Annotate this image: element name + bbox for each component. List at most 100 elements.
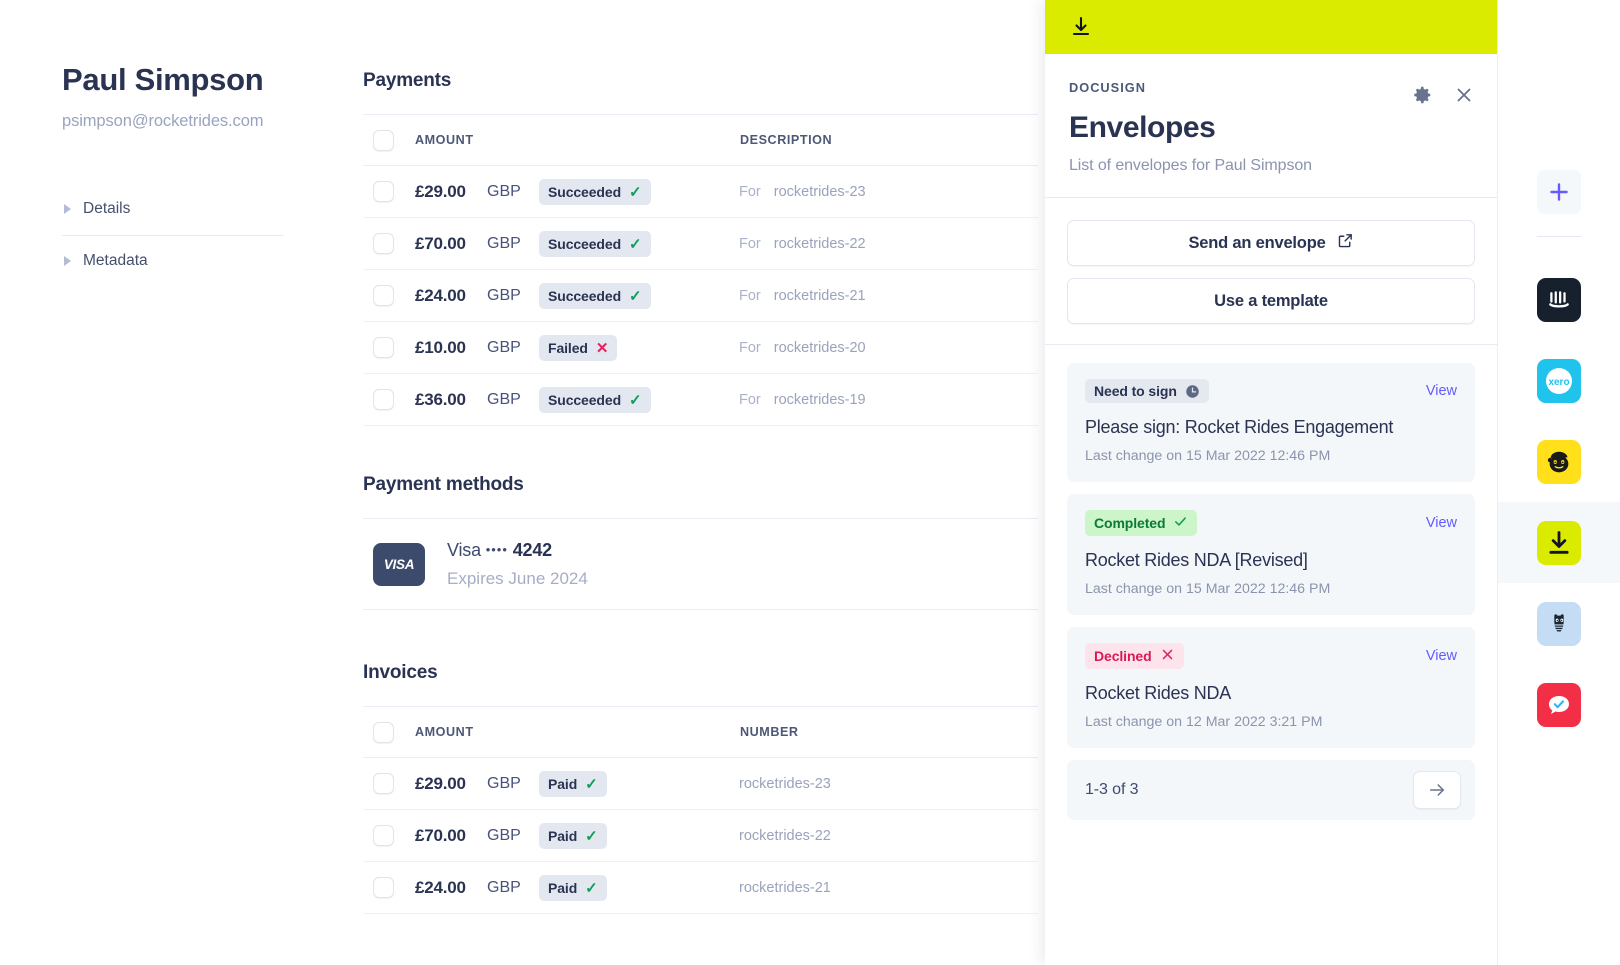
panel-header-actions bbox=[1411, 84, 1475, 106]
xero-icon[interactable]: xero bbox=[1537, 358, 1581, 403]
chevron-right-icon bbox=[64, 203, 71, 214]
invoice-amount: £24.00 bbox=[415, 877, 466, 897]
status-badge: Succeeded ✓ bbox=[539, 178, 651, 205]
invoice-currency: GBP bbox=[487, 878, 521, 896]
use-a-template-button[interactable]: Use a template bbox=[1067, 278, 1475, 324]
table-row[interactable]: £10.00 GBP Failed ✕ For rocketrides-20 bbox=[363, 322, 1038, 374]
row-checkbox[interactable] bbox=[373, 389, 394, 410]
row-checkbox[interactable] bbox=[373, 233, 394, 254]
gear-icon[interactable] bbox=[1411, 84, 1433, 106]
rail-divider bbox=[1537, 236, 1581, 237]
rail-slot-xero[interactable]: xero bbox=[1498, 340, 1620, 421]
envelope-card[interactable]: Need to sign View Please sign: Rocket Ri… bbox=[1067, 363, 1475, 482]
envelope-list: Need to sign View Please sign: Rocket Ri… bbox=[1045, 345, 1497, 820]
payment-currency: GBP bbox=[487, 182, 521, 200]
status-badge: Paid ✓ bbox=[539, 874, 607, 901]
status-label: Paid bbox=[548, 775, 578, 792]
card-mask: •••• bbox=[485, 541, 508, 557]
row-checkbox[interactable] bbox=[373, 285, 394, 306]
invoices-table: AMOUNT NUMBER £29.00 GBP Paid ✓ rocketri… bbox=[363, 706, 1038, 914]
rail-slot-hootsuite[interactable] bbox=[1498, 583, 1620, 664]
row-select-cell bbox=[363, 389, 415, 410]
row-checkbox[interactable] bbox=[373, 181, 394, 202]
select-all-checkbox[interactable] bbox=[373, 129, 394, 151]
status-label: Succeeded bbox=[548, 183, 622, 200]
card-brand-and-last4: Visa •••• 4242 bbox=[447, 540, 588, 561]
payment-amount: £24.00 bbox=[415, 285, 466, 305]
description-prefix: For bbox=[739, 287, 761, 304]
row-select-cell bbox=[363, 181, 415, 202]
card-last4: 4242 bbox=[512, 539, 552, 560]
invoices-table-header: AMOUNT NUMBER bbox=[363, 706, 1038, 758]
row-checkbox[interactable] bbox=[373, 337, 394, 358]
status-badge: Succeeded ✓ bbox=[539, 230, 651, 257]
payment-description-cell: For rocketrides-21 bbox=[739, 288, 1038, 304]
accordion-item-details[interactable]: Details bbox=[62, 183, 284, 235]
view-link[interactable]: View bbox=[1426, 648, 1457, 664]
row-checkbox[interactable] bbox=[373, 877, 394, 898]
invoice-currency: GBP bbox=[487, 774, 521, 792]
envelope-card-top: Declined View bbox=[1085, 643, 1457, 669]
row-checkbox[interactable] bbox=[373, 825, 394, 846]
payment-currency: GBP bbox=[487, 338, 521, 356]
rail-slot-twilio[interactable] bbox=[1498, 664, 1620, 745]
select-all-cell bbox=[363, 721, 415, 743]
use-template-label: Use a template bbox=[1214, 291, 1328, 310]
payment-status-cell: Succeeded ✓ bbox=[539, 230, 739, 257]
table-row[interactable]: £70.00 GBP Succeeded ✓ For rocketrides-2… bbox=[363, 218, 1038, 270]
status-label: Need to sign bbox=[1094, 383, 1177, 399]
table-row[interactable]: £29.00 GBP Succeeded ✓ For rocketrides-2… bbox=[363, 166, 1038, 218]
docusign-icon[interactable] bbox=[1537, 520, 1581, 565]
status-badge: Paid ✓ bbox=[539, 822, 607, 849]
next-page-button[interactable] bbox=[1413, 771, 1461, 809]
intercom-icon[interactable] bbox=[1537, 277, 1581, 322]
accordion-item-metadata[interactable]: Metadata bbox=[62, 234, 284, 287]
panel-subtitle: List of envelopes for Paul Simpson bbox=[1069, 157, 1312, 174]
rail-slot-mailchimp[interactable] bbox=[1498, 421, 1620, 502]
cross-icon: ✕ bbox=[595, 339, 609, 357]
status-label: Succeeded bbox=[548, 287, 622, 304]
rail-slot-intercom[interactable] bbox=[1498, 259, 1620, 340]
row-checkbox[interactable] bbox=[373, 773, 394, 794]
docusign-app-panel: DOCUSIGN Envelopes List of envelopes for… bbox=[1045, 0, 1497, 965]
mailchimp-icon[interactable] bbox=[1537, 439, 1581, 484]
envelope-card[interactable]: Completed View Rocket Rides NDA [Revised… bbox=[1067, 494, 1475, 615]
payment-method-row[interactable]: VISA Visa •••• 4242 Expires June 2024 bbox=[363, 518, 1038, 610]
check-icon: ✓ bbox=[629, 183, 642, 201]
invoice-number: rocketrides-21 bbox=[739, 879, 831, 896]
row-select-cell bbox=[363, 877, 415, 898]
add-app-button[interactable] bbox=[1537, 170, 1581, 214]
hootsuite-icon[interactable] bbox=[1537, 601, 1581, 646]
envelope-title: Please sign: Rocket Rides Engagement bbox=[1085, 417, 1394, 437]
select-all-checkbox[interactable] bbox=[373, 721, 394, 743]
column-header-amount: AMOUNT bbox=[415, 133, 474, 147]
envelope-last-change: Last change on 12 Mar 2022 3:21 PM bbox=[1085, 714, 1323, 730]
payments-table: AMOUNT DESCRIPTION £29.00 GBP Succeeded … bbox=[363, 114, 1038, 426]
table-row[interactable]: £70.00 GBP Paid ✓ rocketrides-22 bbox=[363, 810, 1038, 862]
visa-icon: VISA bbox=[373, 542, 425, 586]
table-row[interactable]: £24.00 GBP Succeeded ✓ For rocketrides-2… bbox=[363, 270, 1038, 322]
envelope-card[interactable]: Declined View Rocket Rides NDA Last chan… bbox=[1067, 627, 1475, 748]
table-row[interactable]: £24.00 GBP Paid ✓ rocketrides-21 bbox=[363, 862, 1038, 914]
download-icon[interactable] bbox=[1069, 15, 1093, 39]
twilio-icon[interactable] bbox=[1537, 682, 1581, 727]
payment-status-cell: Succeeded ✓ bbox=[539, 178, 739, 205]
view-link[interactable]: View bbox=[1426, 383, 1457, 399]
row-select-cell bbox=[363, 773, 415, 794]
payment-description-cell: For rocketrides-22 bbox=[739, 236, 1038, 252]
rail-slot-docusign[interactable] bbox=[1497, 502, 1620, 583]
status-label: Paid bbox=[548, 827, 578, 844]
description-prefix: For bbox=[739, 183, 761, 200]
payment-currency: GBP bbox=[487, 390, 521, 408]
invoice-number-cell: rocketrides-22 bbox=[739, 828, 1038, 844]
row-select-cell bbox=[363, 337, 415, 358]
status-label: Completed bbox=[1094, 515, 1166, 531]
close-icon[interactable] bbox=[1453, 84, 1475, 106]
send-an-envelope-button[interactable]: Send an envelope bbox=[1067, 220, 1475, 266]
invoice-number: rocketrides-23 bbox=[739, 775, 831, 792]
table-row[interactable]: £36.00 GBP Succeeded ✓ For rocketrides-1… bbox=[363, 374, 1038, 426]
table-row[interactable]: £29.00 GBP Paid ✓ rocketrides-23 bbox=[363, 758, 1038, 810]
view-link[interactable]: View bbox=[1426, 515, 1457, 531]
payment-currency: GBP bbox=[487, 286, 521, 304]
row-select-cell bbox=[363, 285, 415, 306]
